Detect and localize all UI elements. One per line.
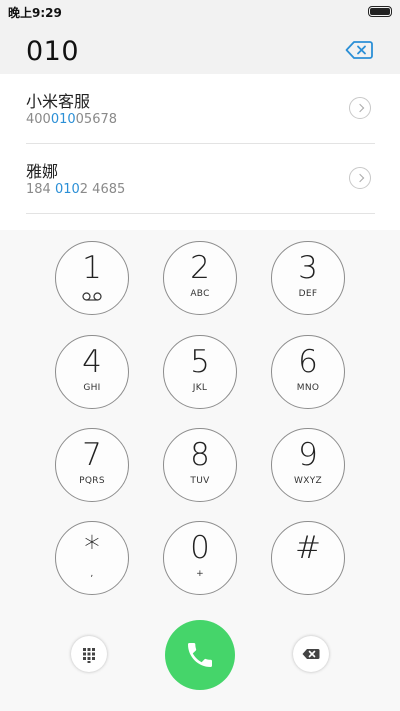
key-3[interactable]: 3 DEF bbox=[271, 241, 345, 315]
dial-keypad: 1 2 ABC 3 DEF 4 GHI 5 JKL 6 MNO 7 PQRS 8… bbox=[0, 230, 400, 711]
key-6[interactable]: 6 MNO bbox=[271, 335, 345, 409]
contact-number: 184 0102 4685 bbox=[26, 182, 126, 197]
chevron-right-icon[interactable] bbox=[349, 167, 371, 189]
chevron-right-icon[interactable] bbox=[349, 97, 371, 119]
key-hash[interactable]: # bbox=[271, 521, 345, 595]
backspace-icon[interactable] bbox=[345, 40, 373, 60]
key-7[interactable]: 7 PQRS bbox=[55, 428, 129, 502]
contact-number: 40001005678 bbox=[26, 112, 118, 127]
key-5[interactable]: 5 JKL bbox=[163, 335, 237, 409]
key-0[interactable]: 0 + bbox=[163, 521, 237, 595]
key-2[interactable]: 2 ABC bbox=[163, 241, 237, 315]
status-bar: 晚上9:29 bbox=[0, 0, 400, 24]
status-time: 晚上9:29 bbox=[8, 6, 62, 20]
contact-name: 小米客服 bbox=[26, 92, 91, 111]
battery-icon bbox=[368, 6, 392, 17]
key-1[interactable]: 1 bbox=[55, 241, 129, 315]
key-star[interactable]: * , bbox=[55, 521, 129, 595]
key-9[interactable]: 9 WXYZ bbox=[271, 428, 345, 502]
contact-suggestion-item[interactable]: 小米客服 40001005678 bbox=[26, 74, 375, 144]
voicemail-icon bbox=[82, 292, 102, 301]
contact-name: 雅娜 bbox=[26, 162, 59, 181]
delete-button[interactable] bbox=[293, 636, 329, 672]
phone-icon bbox=[188, 643, 212, 667]
number-match-highlight: 010 bbox=[50, 112, 76, 127]
contact-suggestion-item[interactable]: 雅娜 184 0102 4685 bbox=[26, 144, 375, 214]
dialed-number-bar: 010 bbox=[0, 24, 400, 74]
backspace-icon bbox=[302, 649, 320, 659]
number-match-highlight: 010 bbox=[54, 182, 80, 197]
dialpad-toggle-button[interactable] bbox=[71, 636, 107, 672]
call-button[interactable] bbox=[165, 620, 235, 690]
key-4[interactable]: 4 GHI bbox=[55, 335, 129, 409]
dialpad-icon bbox=[83, 648, 95, 663]
dialed-number[interactable]: 010 bbox=[26, 36, 79, 67]
key-8[interactable]: 8 TUV bbox=[163, 428, 237, 502]
contact-suggestions: 小米客服 40001005678 雅娜 184 0102 4685 bbox=[0, 74, 400, 230]
